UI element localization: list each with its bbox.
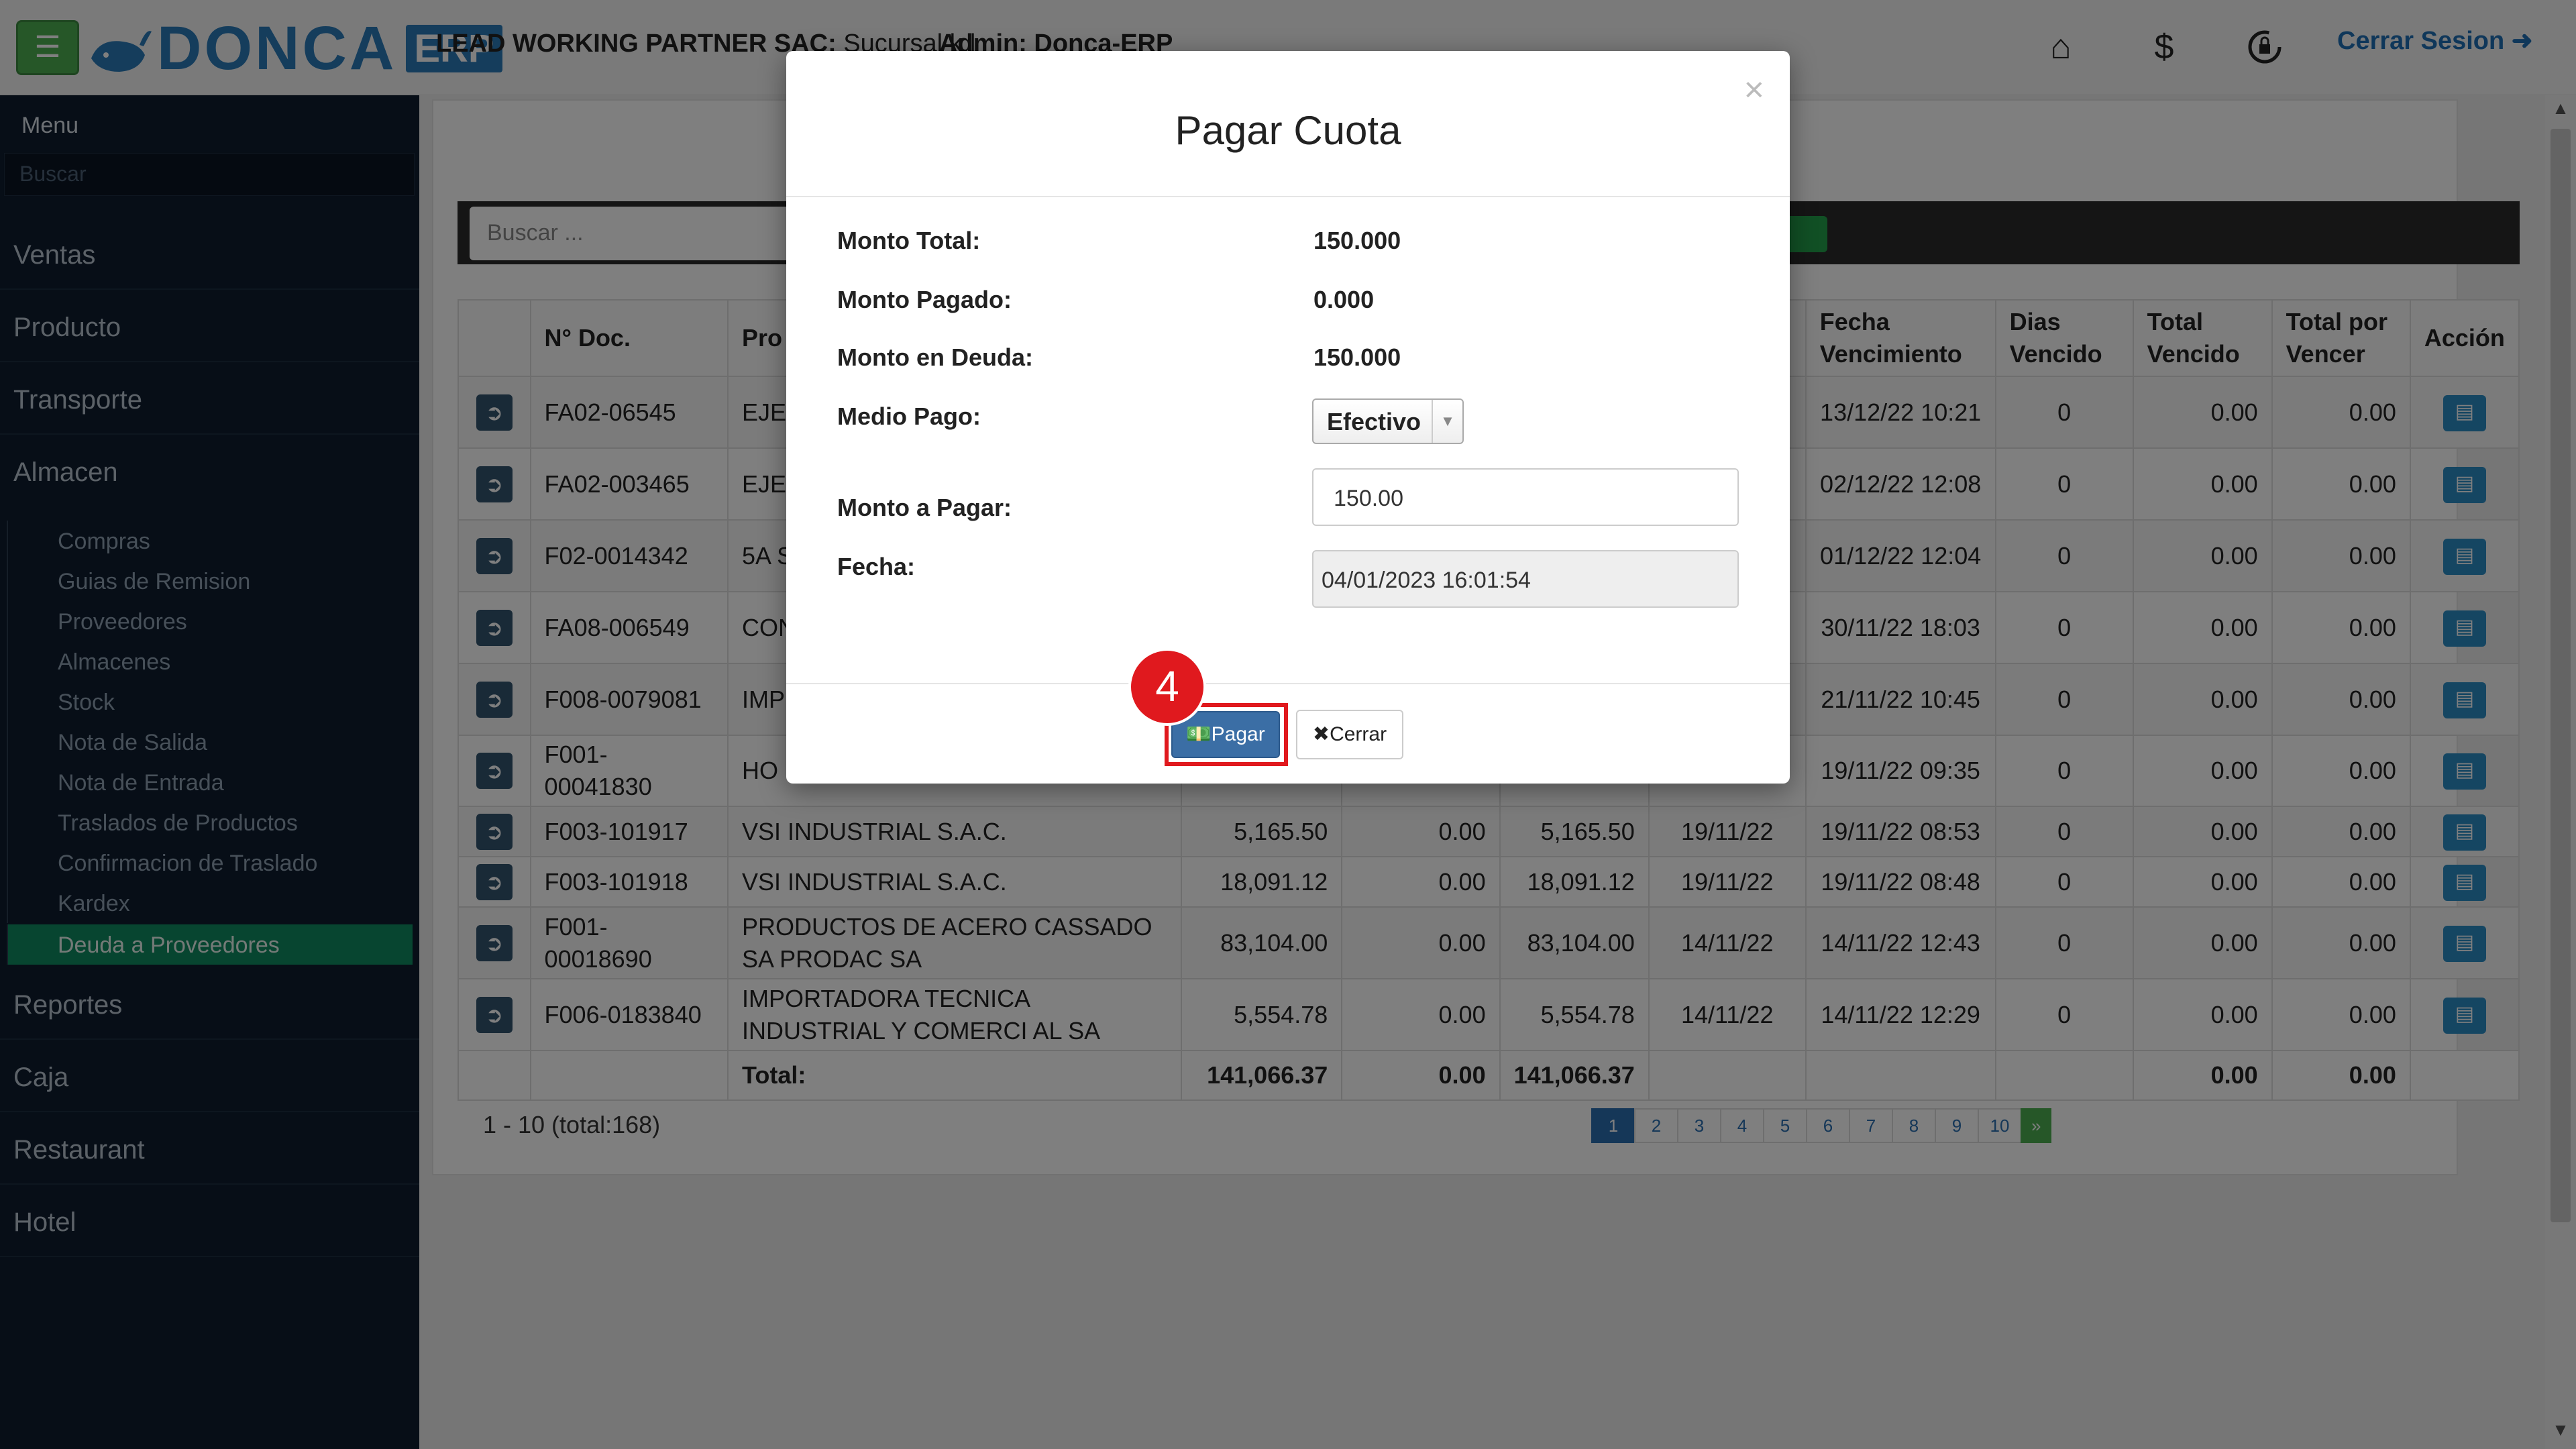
modal-header-divider bbox=[786, 196, 1790, 197]
modal-footer-divider bbox=[786, 683, 1790, 684]
monto-pagar-input[interactable]: 150.00 bbox=[1312, 468, 1739, 526]
cerrar-button-label: Cerrar bbox=[1330, 723, 1387, 745]
close-x-icon: ✖ bbox=[1312, 723, 1330, 745]
pay-installment-modal: × Pagar Cuota Monto Total: 150.000 Monto… bbox=[786, 51, 1790, 784]
fecha-input: 04/01/2023 16:01:54 bbox=[1312, 550, 1739, 608]
monto-pagado-label: Monto Pagado: bbox=[837, 286, 1012, 313]
chevron-down-icon: ▼ bbox=[1432, 400, 1462, 443]
medio-pago-value: Efectivo bbox=[1327, 408, 1421, 435]
cerrar-button[interactable]: ✖Cerrar bbox=[1296, 710, 1403, 759]
close-icon[interactable]: × bbox=[1744, 70, 1764, 110]
medio-pago-label: Medio Pago: bbox=[837, 402, 981, 430]
monto-total-label: Monto Total: bbox=[837, 227, 981, 254]
pay-button-label: Pagar bbox=[1211, 723, 1265, 745]
monto-deuda-value: 150.000 bbox=[1313, 343, 1401, 371]
monto-pagar-label: Monto a Pagar: bbox=[837, 494, 1012, 521]
money-icon: 💵 bbox=[1186, 723, 1212, 745]
step-number-badge: 4 bbox=[1128, 648, 1206, 726]
monto-deuda-label: Monto en Deuda: bbox=[837, 343, 1033, 371]
modal-title: Pagar Cuota bbox=[1175, 108, 1401, 153]
monto-pagado-value: 0.000 bbox=[1313, 286, 1375, 313]
monto-total-value: 150.000 bbox=[1313, 227, 1401, 254]
fecha-label: Fecha: bbox=[837, 553, 916, 580]
medio-pago-select[interactable]: Efectivo ▼ bbox=[1312, 398, 1464, 444]
